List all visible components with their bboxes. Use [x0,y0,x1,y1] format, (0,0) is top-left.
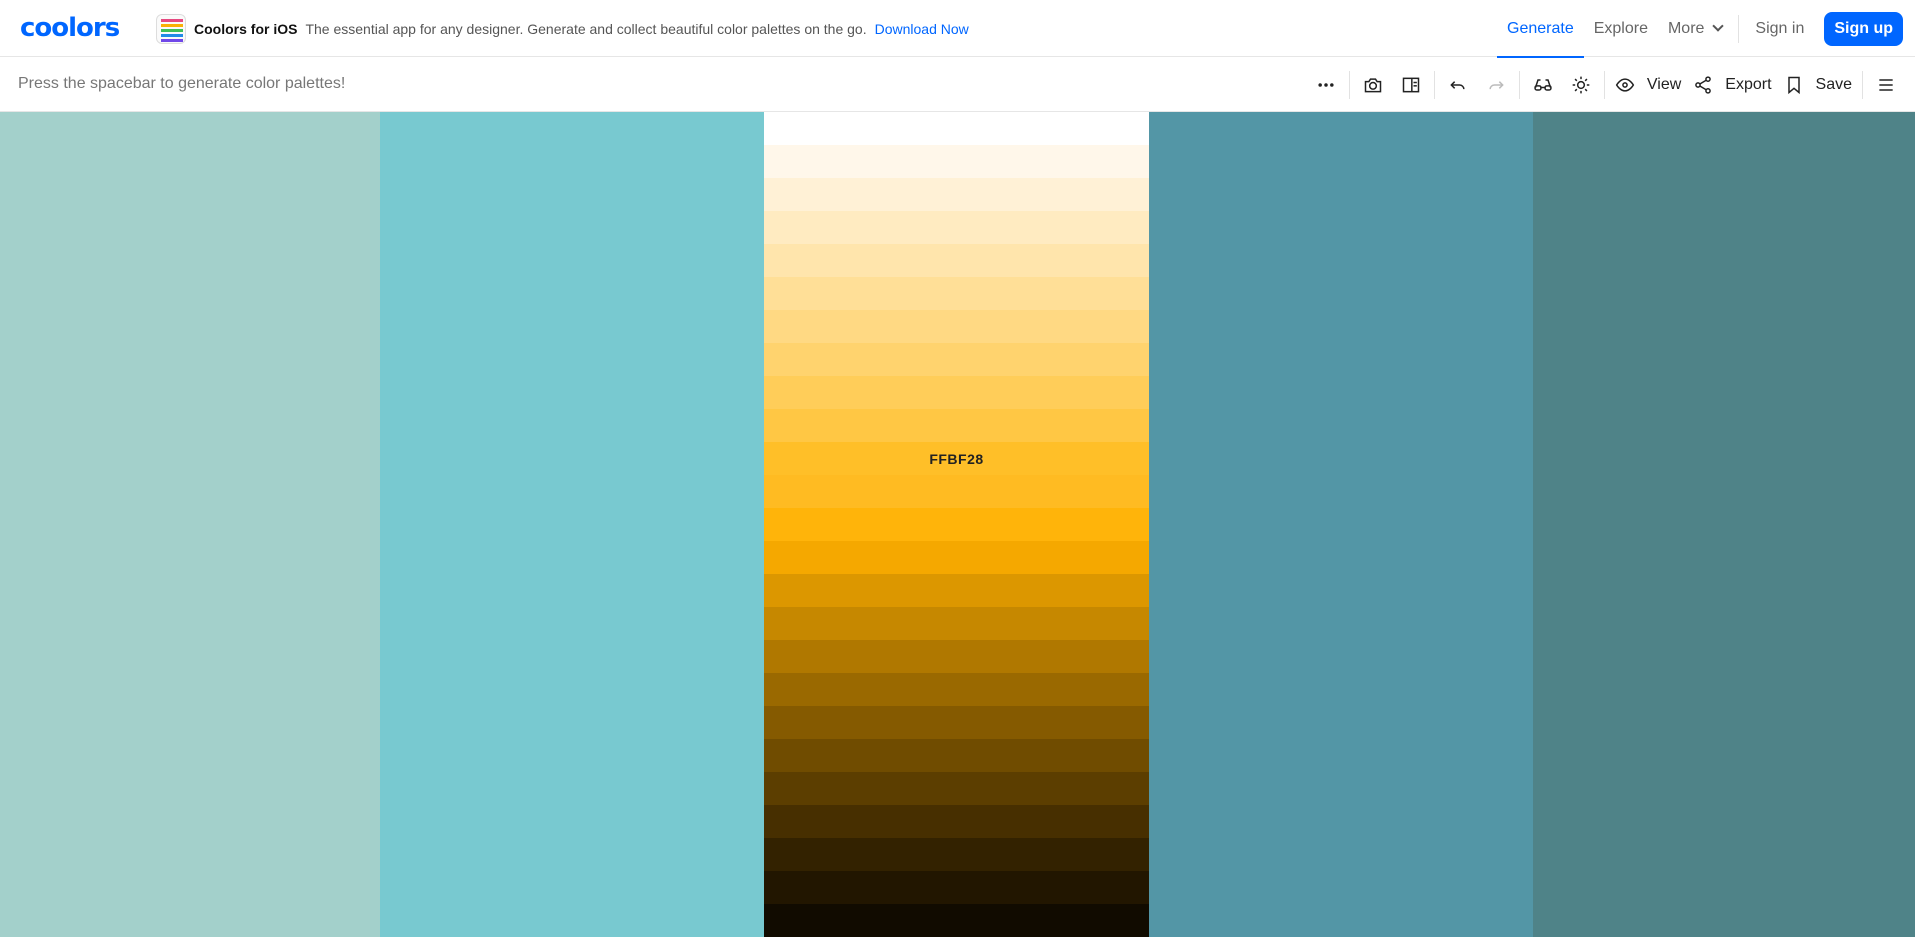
toolbar-actions: View Export Save [1307,57,1905,112]
toolbar-divider [1433,70,1435,99]
chevron-down-icon [1712,20,1725,32]
export-button[interactable]: Export [1687,65,1777,105]
export-label: Export [1725,75,1772,93]
main-nav: Generate Explore More Sign in Sign up [1497,0,1903,58]
bookmark-icon [1787,76,1800,94]
coolors-logo[interactable]: coolors [20,12,120,44]
nav-more[interactable]: More [1658,0,1732,57]
view-button[interactable]: View [1609,65,1687,105]
save-button[interactable]: Save [1778,65,1858,105]
shade-swatch[interactable] [764,871,1149,904]
undo-button[interactable] [1439,65,1477,105]
shade-swatch[interactable] [764,277,1149,310]
menu-icon [1879,78,1893,91]
shade-swatch[interactable] [764,673,1149,706]
share-icon [1695,75,1712,94]
shade-swatch[interactable] [764,376,1149,409]
shade-swatch[interactable] [764,772,1149,805]
redo-icon [1489,80,1504,89]
shade-swatch[interactable] [764,310,1149,343]
adjust-palette-button[interactable] [1562,65,1600,105]
shade-swatch[interactable] [764,343,1149,376]
side-panel-button[interactable] [1392,65,1430,105]
promo-description: The essential app for any designer. Gene… [305,21,867,37]
shade-swatch[interactable] [764,640,1149,673]
color-column[interactable] [1149,112,1533,937]
shade-swatch[interactable] [764,838,1149,871]
shade-swatch[interactable] [764,805,1149,838]
camera-icon [1364,77,1382,92]
glasses-icon [1534,78,1552,91]
more-options-button[interactable] [1307,65,1345,105]
sign-in-link[interactable]: Sign in [1745,0,1814,57]
ios-promo: Coolors for iOS The essential app for an… [156,14,969,44]
logo-text[interactable]: coolors [20,13,120,43]
eye-icon [1615,77,1635,92]
undo-icon [1450,80,1465,89]
toolbar-divider [1348,70,1350,99]
shade-swatch[interactable]: FFBF28 [764,442,1149,475]
download-now-link[interactable]: Download Now [875,21,969,37]
shade-swatch[interactable] [764,178,1149,211]
shade-swatch[interactable] [764,211,1149,244]
color-column[interactable] [380,112,764,937]
promo-title: Coolors for iOS [194,21,298,37]
shade-swatch[interactable] [764,475,1149,508]
shade-swatch[interactable] [764,706,1149,739]
side-panel-icon [1402,77,1420,92]
palette: FFBF28 [0,112,1915,937]
shade-swatch[interactable] [764,145,1149,178]
color-column-shades[interactable]: FFBF28 [764,112,1149,937]
toolbar: Press the spacebar to generate color pal… [0,57,1915,112]
brightness-icon [1572,76,1590,93]
shade-swatch[interactable] [764,409,1149,442]
shade-swatch[interactable] [764,739,1149,772]
redo-button[interactable] [1477,65,1515,105]
screenshot-button[interactable] [1354,65,1392,105]
nav-explore[interactable]: Explore [1584,0,1658,57]
shade-swatch[interactable] [764,574,1149,607]
top-navbar: coolors Coolors for iOS The essential ap… [0,0,1915,58]
shade-swatch[interactable] [764,904,1149,937]
shade-swatch[interactable] [764,244,1149,277]
ios-app-icon [156,14,186,44]
nav-generate[interactable]: Generate [1497,0,1584,58]
shade-swatch[interactable] [764,112,1149,145]
save-label: Save [1815,75,1852,93]
spacebar-hint: Press the spacebar to generate color pal… [18,75,346,92]
shades-list: FFBF28 [764,112,1149,937]
view-label: View [1646,75,1682,93]
toolbar-divider [1603,70,1605,99]
shade-swatch[interactable] [764,541,1149,574]
menu-button[interactable] [1867,65,1905,105]
toolbar-divider [1518,70,1520,99]
color-blindness-button[interactable] [1524,65,1562,105]
color-column[interactable] [0,112,380,937]
toolbar-divider [1862,70,1863,99]
more-options-icon [1318,82,1334,87]
shade-hex-label: FFBF28 [929,450,984,467]
shade-swatch[interactable] [764,508,1149,541]
sign-up-button[interactable]: Sign up [1824,11,1903,46]
shade-swatch[interactable] [764,607,1149,640]
color-column[interactable] [1533,112,1915,937]
nav-divider [1738,14,1740,43]
nav-more-label: More [1667,19,1705,37]
